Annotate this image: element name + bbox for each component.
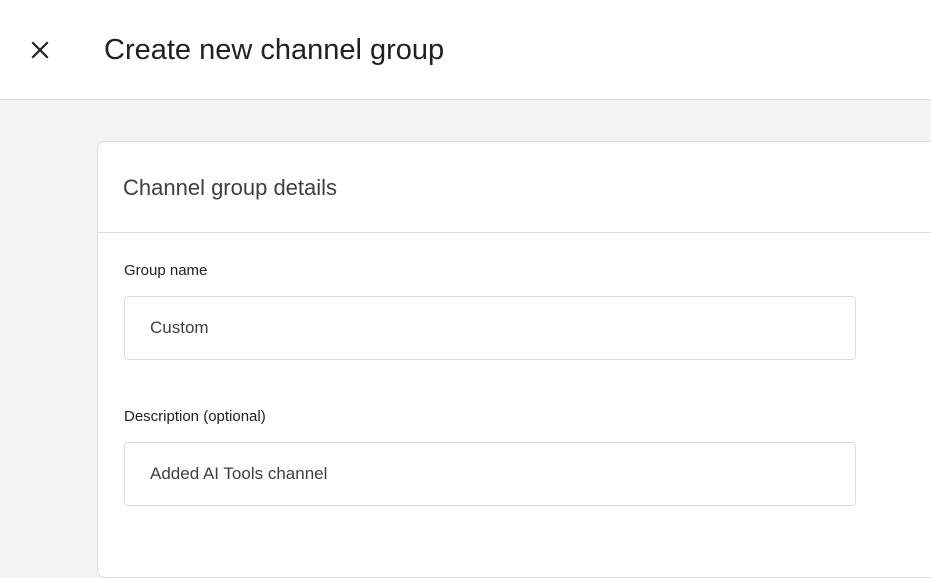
- close-button[interactable]: [24, 34, 56, 66]
- card-title: Channel group details: [123, 175, 338, 200]
- page-header: Create new channel group: [0, 0, 931, 100]
- card-header: Channel group details: [98, 142, 931, 233]
- description-input[interactable]: [124, 442, 856, 506]
- close-icon: [31, 41, 49, 59]
- group-name-input[interactable]: [124, 296, 856, 360]
- description-label: Description (optional): [124, 408, 266, 425]
- channel-group-details-card: Channel group details Group name Descrip…: [97, 141, 931, 578]
- page-title: Create new channel group: [104, 34, 445, 66]
- group-name-label: Group name: [124, 262, 208, 279]
